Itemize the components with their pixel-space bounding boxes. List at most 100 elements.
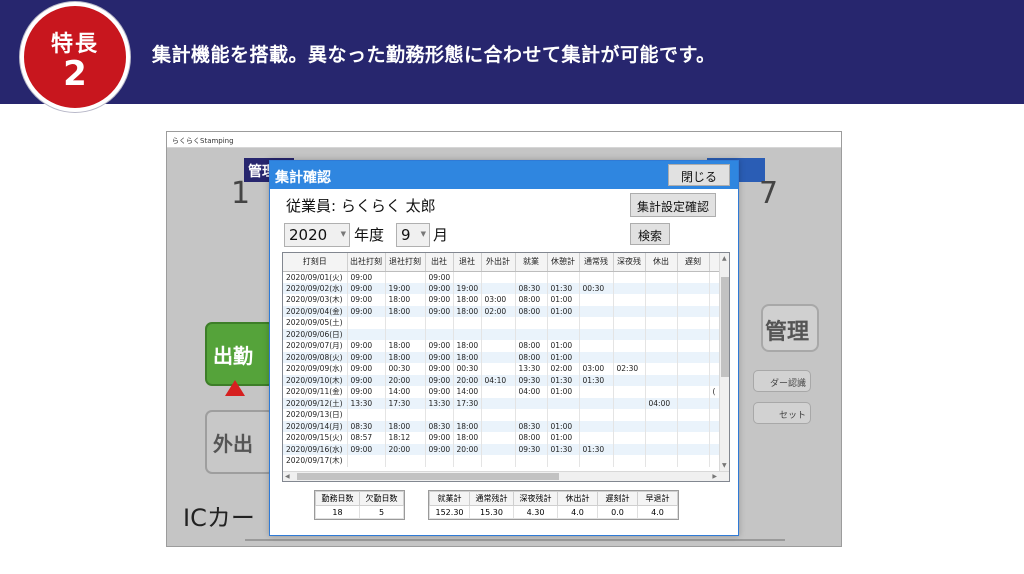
table-cell bbox=[677, 340, 710, 352]
column-header[interactable]: 深夜残 bbox=[613, 253, 646, 272]
search-button[interactable]: 検索 bbox=[630, 223, 670, 245]
table-cell bbox=[579, 305, 614, 317]
vertical-scroll-thumb[interactable] bbox=[721, 277, 729, 377]
year-suffix: 年度 bbox=[354, 226, 385, 244]
table-cell bbox=[347, 328, 386, 340]
table-cell bbox=[425, 455, 454, 467]
table-cell bbox=[579, 317, 614, 329]
table-cell bbox=[515, 328, 548, 340]
table-cell: 18:00 bbox=[453, 432, 482, 444]
horizontal-scroll-thumb[interactable] bbox=[297, 473, 559, 480]
table-cell: 08:57 bbox=[347, 432, 386, 444]
table-row[interactable]: 2020/09/09(水) 09:00 00:30 09:00 00:30 13:30 02… bbox=[283, 363, 728, 375]
table-row[interactable]: 2020/09/11(金) 09:00 14:00 09:00 14:00 04:00 01… bbox=[283, 386, 728, 398]
column-header[interactable]: 出社打刻 bbox=[347, 253, 386, 272]
table-cell bbox=[385, 409, 426, 421]
table-cell: 09:00 bbox=[425, 443, 454, 455]
table-cell: 09:00 bbox=[425, 386, 454, 398]
table-cell bbox=[645, 351, 678, 363]
table-row[interactable]: 2020/09/05(土) bbox=[283, 317, 728, 329]
column-header[interactable]: 通常残 bbox=[579, 253, 614, 272]
table-cell bbox=[515, 317, 548, 329]
table-row[interactable]: 2020/09/10(木) 09:00 20:00 09:00 20:00 04:10 09… bbox=[283, 374, 728, 386]
table-cell bbox=[677, 305, 710, 317]
table-cell: 00:30 bbox=[453, 363, 482, 375]
table-cell bbox=[613, 305, 646, 317]
table-cell: 08:00 bbox=[515, 432, 548, 444]
table-cell bbox=[613, 420, 646, 432]
column-header[interactable]: 退社 bbox=[453, 253, 482, 272]
table-row[interactable]: 2020/09/08(火) 09:00 18:00 09:00 18:00 08:00 01… bbox=[283, 351, 728, 363]
scroll-down-icon[interactable]: ▼ bbox=[722, 462, 727, 469]
column-header[interactable]: 休出 bbox=[645, 253, 678, 272]
table-cell bbox=[677, 351, 710, 363]
column-header[interactable]: 打刻日 bbox=[283, 253, 348, 272]
table-cell: 01:00 bbox=[547, 340, 580, 352]
table-row[interactable]: 2020/09/13(日) bbox=[283, 409, 728, 421]
table-row[interactable]: 2020/09/14(月) 08:30 18:00 08:30 18:00 08:30 01… bbox=[283, 420, 728, 432]
vertical-scrollbar[interactable]: ▲ ▼ bbox=[719, 253, 729, 481]
table-cell: 09:00 bbox=[425, 271, 454, 283]
go-out-button[interactable]: 外出 bbox=[205, 410, 275, 474]
horizontal-scrollbar[interactable]: ◀ ▶ bbox=[283, 471, 729, 481]
clock-in-button[interactable]: 出勤 bbox=[205, 322, 275, 386]
table-cell: 09:00 bbox=[347, 305, 386, 317]
table-cell bbox=[613, 443, 646, 455]
scroll-left-icon[interactable]: ◀ bbox=[285, 473, 290, 480]
column-header[interactable]: 就業 bbox=[515, 253, 548, 272]
close-button[interactable]: 閉じる bbox=[668, 164, 730, 186]
summary-settings-button[interactable]: 集計設定確認 bbox=[630, 193, 716, 217]
employee-label: 従業員: らくらく 太郎 bbox=[286, 197, 436, 215]
table-row[interactable]: 2020/09/12(土) 13:30 17:30 13:30 17:30 04:00 bbox=[283, 397, 728, 409]
table-cell bbox=[515, 397, 548, 409]
table-cell bbox=[347, 317, 386, 329]
summary-value: 4.30 bbox=[513, 505, 558, 519]
column-header[interactable]: 外出計 bbox=[481, 253, 516, 272]
table-row[interactable]: 2020/09/03(木) 09:00 18:00 09:00 18:00 03:00 08… bbox=[283, 294, 728, 306]
table-cell: 18:00 bbox=[385, 294, 426, 306]
table-cell: 08:00 bbox=[515, 340, 548, 352]
column-header[interactable]: 遅刻 bbox=[677, 253, 710, 272]
table-cell bbox=[677, 294, 710, 306]
table-cell: 08:30 bbox=[515, 420, 548, 432]
table-cell bbox=[547, 409, 580, 421]
table-row[interactable]: 2020/09/06(日) bbox=[283, 328, 728, 340]
scroll-right-icon[interactable]: ▶ bbox=[712, 473, 717, 480]
admin-button[interactable]: 管理 bbox=[761, 304, 819, 352]
table-cell bbox=[453, 409, 482, 421]
table-cell bbox=[481, 420, 516, 432]
table-cell bbox=[645, 328, 678, 340]
table-row[interactable]: 2020/09/02(水) 09:00 19:00 09:00 19:00 08:30 01… bbox=[283, 282, 728, 294]
table-cell bbox=[613, 340, 646, 352]
table-cell bbox=[515, 409, 548, 421]
reset-button[interactable]: セット bbox=[753, 402, 811, 424]
table-row[interactable]: 2020/09/17(木) bbox=[283, 455, 728, 467]
column-header[interactable]: 退社打刻 bbox=[385, 253, 426, 272]
table-cell: 2020/09/15(火) bbox=[283, 432, 348, 444]
feature-headline: 集計機能を搭載。異なった勤務形態に合わせて集計が可能です。 bbox=[152, 44, 716, 66]
table-cell: 18:00 bbox=[385, 351, 426, 363]
table-row[interactable]: 2020/09/01(火) 09:00 09:00 bbox=[283, 271, 728, 283]
table-cell: 01:30 bbox=[579, 443, 614, 455]
table-cell: 2020/09/06(日) bbox=[283, 328, 348, 340]
table-row[interactable]: 2020/09/07(月) 09:00 18:00 09:00 18:00 08:00 01… bbox=[283, 340, 728, 352]
column-header[interactable]: 休憩計 bbox=[547, 253, 580, 272]
table-row[interactable]: 2020/09/04(金) 09:00 18:00 09:00 18:00 02:00 08… bbox=[283, 305, 728, 317]
month-suffix: 月 bbox=[433, 226, 449, 244]
card-reader-button[interactable]: ダー認識 bbox=[753, 370, 811, 392]
table-cell bbox=[481, 271, 516, 283]
day-count-summary: 勤務日数 欠勤日数 18 5 bbox=[314, 490, 405, 520]
table-row[interactable]: 2020/09/16(水) 09:00 20:00 09:00 20:00 09:30 01… bbox=[283, 443, 728, 455]
table-cell: 2020/09/12(土) bbox=[283, 397, 348, 409]
month-select[interactable]: 9 ▼ bbox=[396, 223, 430, 247]
column-header[interactable]: 出社 bbox=[425, 253, 454, 272]
attendance-grid[interactable]: 打刻日 出社打刻 退社打刻 出社 退社 外出計 就業 休憩計 通常残 深夜残 休出 遅刻 2020/0… bbox=[282, 252, 730, 482]
table-cell bbox=[579, 271, 614, 283]
year-select[interactable]: 2020 ▼ bbox=[284, 223, 350, 247]
table-cell bbox=[481, 340, 516, 352]
table-cell: 01:00 bbox=[547, 420, 580, 432]
table-row[interactable]: 2020/09/15(火) 08:57 18:12 09:00 18:00 08:00 01… bbox=[283, 432, 728, 444]
table-cell bbox=[515, 455, 548, 467]
table-cell bbox=[645, 340, 678, 352]
scroll-up-icon[interactable]: ▲ bbox=[722, 255, 727, 262]
